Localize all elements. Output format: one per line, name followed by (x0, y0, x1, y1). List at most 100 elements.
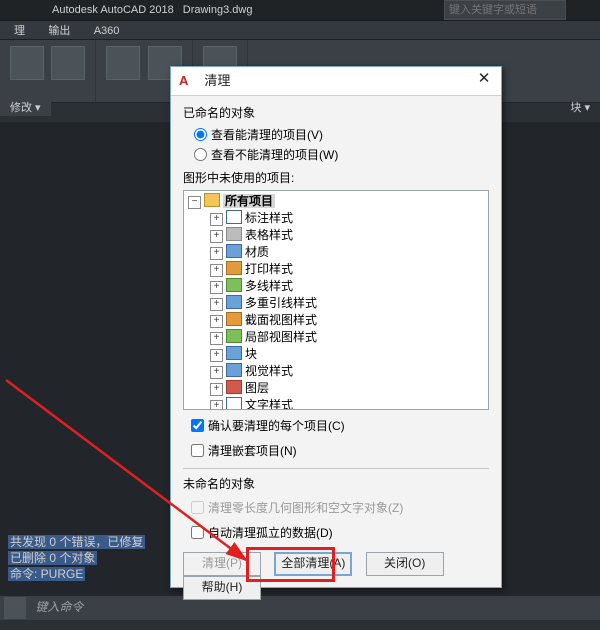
titlebar: Autodesk AutoCAD 2018 Drawing3.dwg (0, 0, 600, 21)
expand-icon[interactable]: + (210, 230, 223, 243)
expand-icon[interactable]: + (210, 400, 223, 410)
tree-item[interactable]: + 截面视图样式 (210, 312, 486, 329)
radio-view-nonpurgeable[interactable]: 查看不能清理的项目(W) (189, 145, 489, 163)
tree-item[interactable]: +视觉样式 (210, 363, 486, 380)
tree-item[interactable]: + 标注样式 (210, 210, 486, 227)
tree-item-label: 多重引线样式 (245, 296, 317, 310)
item-icon (226, 278, 242, 292)
tree-item[interactable]: + 多线样式 (210, 278, 486, 295)
expand-icon[interactable]: + (210, 383, 223, 396)
tree-item-label: 材质 (245, 245, 269, 259)
dialog-buttons: 清理(P) 全部清理(A) 关闭(O) 帮助(H) (183, 552, 489, 600)
tree-item[interactable]: + 多重引线样式 (210, 295, 486, 312)
help-search-input[interactable] (444, 0, 566, 20)
collapse-icon[interactable]: − (188, 196, 201, 209)
tree-item[interactable]: + 文字样式 (210, 397, 486, 410)
radio-label: 查看能清理的项目(V) (211, 128, 323, 142)
radio-view-purgeable[interactable]: 查看能清理的项目(V) (189, 125, 489, 143)
status-line: 共发现 0 个错误，已修复 (8, 534, 145, 550)
purge-tree[interactable]: − 所有项目 + 标注样式 + 表格样式 + 材质 + 打印样式 + 多线样式 + 多重引线样式 + 截面视… (183, 190, 489, 410)
menu-item[interactable]: 理 (4, 21, 35, 39)
ribbon-panel-label[interactable]: 块 ▾ (560, 100, 600, 116)
tree-item[interactable]: + 图层 (210, 380, 486, 397)
separator (183, 468, 489, 469)
tool-icon[interactable] (51, 46, 85, 80)
expand-icon[interactable]: + (210, 213, 223, 226)
dialog-body: 已命名的对象 查看能清理的项目(V) 查看不能清理的项目(W) 图形中未使用的项… (171, 96, 501, 606)
menu-item[interactable]: A360 (84, 24, 130, 38)
tool-icon[interactable] (106, 46, 140, 80)
close-icon[interactable]: ✕ (467, 67, 501, 93)
tree-item-label: 打印样式 (245, 262, 293, 276)
radio-input[interactable] (194, 148, 207, 161)
app-title: Autodesk AutoCAD 2018 (52, 4, 174, 16)
item-icon (226, 329, 242, 343)
purge-all-button[interactable]: 全部清理(A) (274, 552, 352, 576)
checkbox-input[interactable] (191, 526, 204, 539)
tree-caption: 图形中未使用的项目: (183, 169, 489, 186)
expand-icon[interactable]: + (210, 281, 223, 294)
dialog-titlebar[interactable]: 清理 ✕ (171, 67, 501, 96)
folder-icon (204, 193, 220, 207)
expand-icon[interactable]: + (210, 298, 223, 311)
expand-icon[interactable]: + (210, 264, 223, 277)
expand-icon[interactable]: + (210, 349, 223, 362)
tree-item-label: 多线样式 (245, 279, 293, 293)
autocad-app: Autodesk AutoCAD 2018 Drawing3.dwg 理 输出 … (0, 0, 600, 630)
tree-item-label: 局部视图样式 (245, 330, 317, 344)
menu-item[interactable]: 输出 (38, 21, 80, 39)
expand-icon[interactable]: + (210, 247, 223, 260)
checkbox-label: 确认要清理的每个项目(C) (208, 419, 345, 433)
checkbox-label: 清理零长度几何图形和空文字对象(Z) (208, 501, 403, 515)
item-icon (226, 380, 242, 394)
close-button[interactable]: 关闭(O) (366, 552, 444, 576)
autocad-icon (179, 73, 195, 89)
checkbox-label: 清理嵌套项目(N) (208, 444, 297, 458)
checkbox-label: 自动清理孤立的数据(D) (208, 526, 333, 540)
checkbox-confirm-each[interactable]: 确认要清理的每个项目(C) (187, 416, 489, 435)
menubar[interactable]: 理 输出 A360 (0, 21, 600, 40)
checkbox-input (191, 501, 204, 514)
purge-dialog: 清理 ✕ 已命名的对象 查看能清理的项目(V) 查看不能清理的项目(W) 图形中… (170, 66, 502, 588)
checkbox-nested[interactable]: 清理嵌套项目(N) (187, 441, 489, 460)
tree-root-label: 所有项目 (223, 194, 275, 208)
tree-item-label: 图层 (245, 381, 269, 395)
status-line: 已删除 0 个对象 (8, 550, 145, 566)
unnamed-objects-label: 未命名的对象 (183, 475, 489, 492)
command-input[interactable]: 键入命令 (31, 596, 83, 618)
ribbon-panel-label[interactable]: 修改 ▾ (0, 100, 51, 116)
checkbox-zero-length: 清理零长度几何图形和空文字对象(Z) (187, 498, 489, 517)
tree-item-label: 块 (245, 347, 257, 361)
command-icon[interactable] (4, 597, 26, 619)
tool-icon[interactable] (10, 46, 44, 80)
tree-item[interactable]: + 局部视图样式 (210, 329, 486, 346)
purge-button: 清理(P) (183, 552, 261, 576)
tree-root[interactable]: − 所有项目 (188, 193, 486, 210)
expand-icon[interactable]: + (210, 366, 223, 379)
tree-item[interactable]: + 材质 (210, 244, 486, 261)
help-button[interactable]: 帮助(H) (183, 576, 261, 600)
item-icon (226, 261, 242, 275)
item-icon (226, 346, 242, 360)
radio-label: 查看不能清理的项目(W) (211, 148, 338, 162)
checkbox-orphan-data[interactable]: 自动清理孤立的数据(D) (187, 523, 489, 542)
tree-item-label: 文字样式 (245, 398, 293, 410)
item-icon (226, 312, 242, 326)
expand-icon[interactable]: + (210, 332, 223, 345)
radio-input[interactable] (194, 128, 207, 141)
tree-item[interactable]: + 打印样式 (210, 261, 486, 278)
command-history: 共发现 0 个错误，已修复 已删除 0 个对象 命令: PURGE (8, 534, 145, 582)
named-objects-label: 已命名的对象 (183, 104, 489, 121)
tree-item-label: 截面视图样式 (245, 313, 317, 327)
expand-icon[interactable]: + (210, 315, 223, 328)
document-name: Drawing3.dwg (183, 4, 253, 16)
tree-item-label: 标注样式 (245, 211, 293, 225)
tree-item[interactable]: +块 (210, 346, 486, 363)
item-icon (226, 244, 242, 258)
checkbox-input[interactable] (191, 444, 204, 457)
tree-item[interactable]: + 表格样式 (210, 227, 486, 244)
status-line: 命令: PURGE (8, 566, 145, 582)
checkbox-input[interactable] (191, 419, 204, 432)
tree-item-label: 表格样式 (245, 228, 293, 242)
dialog-title: 清理 (204, 67, 230, 95)
